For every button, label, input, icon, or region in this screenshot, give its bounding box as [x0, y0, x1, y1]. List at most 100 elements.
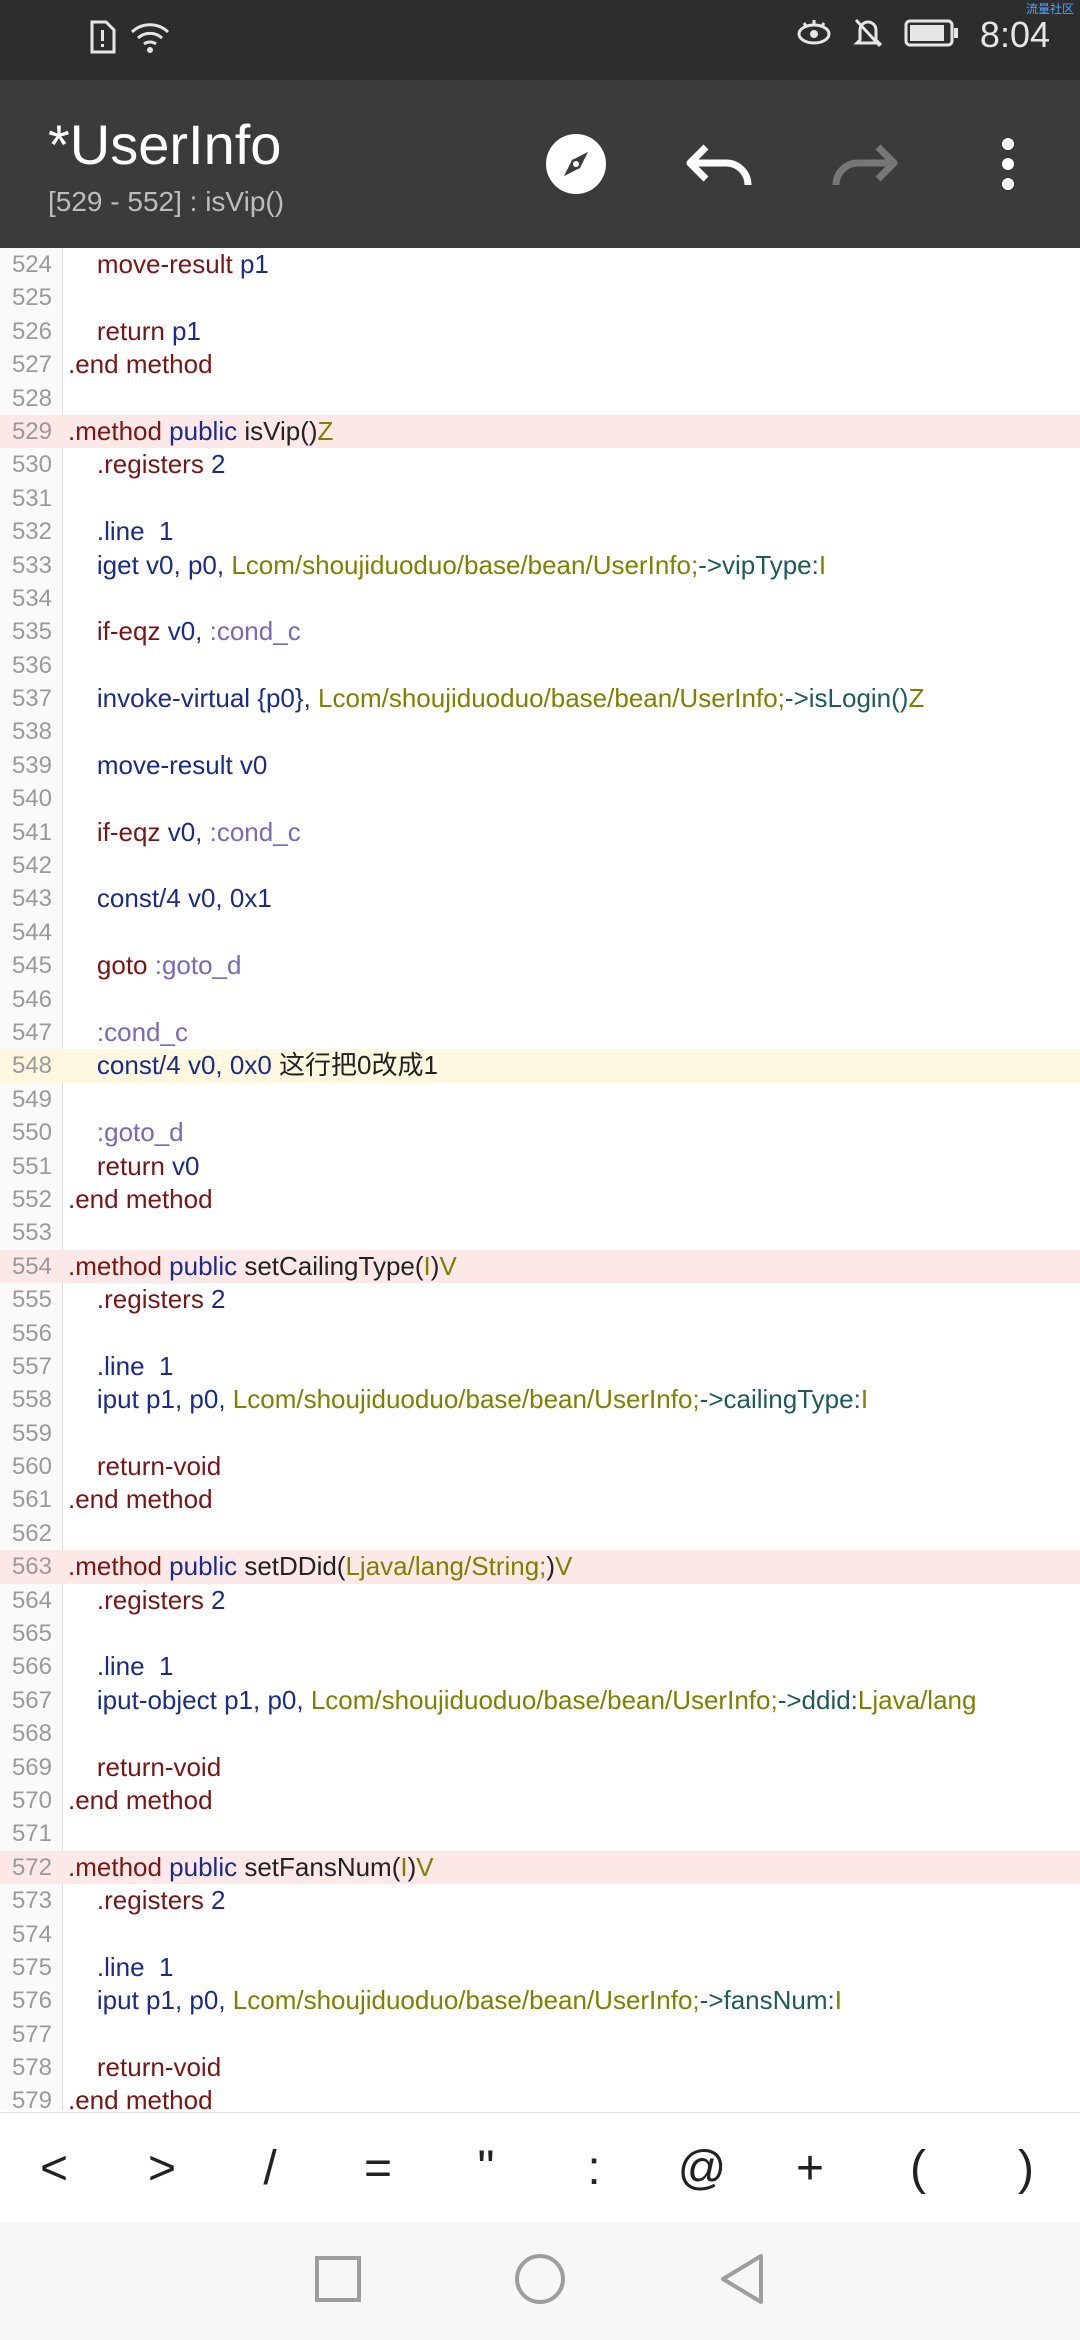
code-token: Lcom/shoujiduoduo/base/bean/UserInfo; — [232, 1384, 700, 1415]
code-text: iput-object p1, p0, Lcom/shoujiduoduo/ba… — [68, 1684, 977, 1717]
code-line[interactable]: 558 iput p1, p0, Lcom/shoujiduoduo/base/… — [0, 1383, 1080, 1416]
code-line[interactable]: 542 — [0, 849, 1080, 882]
code-line[interactable]: 530 .registers 2 — [0, 448, 1080, 481]
code-line[interactable]: 546 — [0, 983, 1080, 1016]
code-line[interactable]: 537 invoke-virtual {p0}, Lcom/shoujiduod… — [0, 682, 1080, 715]
code-line[interactable]: 561 .end method — [0, 1483, 1080, 1516]
code-token: .registers — [68, 1885, 212, 1916]
code-line[interactable]: 527 .end method — [0, 348, 1080, 381]
code-line[interactable]: 567 iput-object p1, p0, Lcom/shoujiduodu… — [0, 1684, 1080, 1717]
code-line[interactable]: 551 return v0 — [0, 1150, 1080, 1183]
code-line[interactable]: 538 — [0, 715, 1080, 748]
redo-icon[interactable] — [828, 128, 900, 200]
code-line[interactable]: 544 — [0, 916, 1080, 949]
code-line[interactable]: 552 .end method — [0, 1183, 1080, 1216]
line-number: 547 — [11, 1018, 52, 1046]
code-line[interactable]: 536 — [0, 649, 1080, 682]
code-line[interactable]: 563 .method public setDDid(Ljava/lang/Str… — [0, 1550, 1080, 1584]
code-token: .end method — [68, 2085, 213, 2110]
code-line[interactable]: 547 :cond_c — [0, 1016, 1080, 1049]
code-line[interactable]: 528 — [0, 382, 1080, 415]
code-line[interactable]: 574 — [0, 1918, 1080, 1951]
symbol-key[interactable]: = — [328, 2141, 428, 2196]
symbol-key[interactable]: / — [220, 2141, 320, 2196]
symbol-key[interactable]: " — [436, 2141, 536, 2196]
home-circle-icon[interactable] — [513, 2252, 567, 2310]
symbol-key[interactable]: : — [544, 2141, 644, 2196]
symbol-key[interactable]: > — [112, 2141, 212, 2196]
code-line[interactable]: 578 return-void — [0, 2051, 1080, 2084]
line-number: 538 — [11, 718, 52, 746]
code-line[interactable]: 532 .line 1 — [0, 515, 1080, 548]
code-token: const/4 v0, 0x0 — [68, 1050, 279, 1081]
code-line[interactable]: 526 return p1 — [0, 315, 1080, 348]
code-line[interactable]: 533 iget v0, p0, Lcom/shoujiduoduo/base/… — [0, 549, 1080, 582]
code-line[interactable]: 543 const/4 v0, 0x1 — [0, 882, 1080, 915]
compass-icon[interactable] — [540, 128, 612, 200]
code-token: ->ddid: — [777, 1684, 858, 1715]
code-token: invoke-virtual {p0}, — [68, 683, 319, 714]
code-token: iput p1, p0, — [68, 1384, 233, 1415]
app-bar: *UserInfo [529 - 552] : isVip() — [0, 80, 1080, 248]
code-text: if-eqz v0, :cond_c — [68, 816, 301, 849]
code-line[interactable]: 525 — [0, 281, 1080, 314]
symbol-key[interactable]: + — [760, 2141, 860, 2196]
code-line[interactable]: 560 return-void — [0, 1450, 1080, 1483]
code-line[interactable]: 572 .method public setFansNum(I)V — [0, 1850, 1080, 1885]
code-editor[interactable]: 524 move-result p1 525 526 return p1 527 .en… — [0, 248, 1080, 2110]
code-line[interactable]: 573 .registers 2 — [0, 1884, 1080, 1917]
code-line[interactable]: 524 move-result p1 — [0, 248, 1080, 281]
symbol-key[interactable]: ) — [976, 2141, 1076, 2196]
symbol-key[interactable]: @ — [652, 2141, 752, 2196]
code-line[interactable]: 570 .end method — [0, 1784, 1080, 1817]
code-line[interactable]: 549 — [0, 1083, 1080, 1116]
symbol-key[interactable]: ( — [868, 2141, 968, 2196]
code-line[interactable]: 562 — [0, 1517, 1080, 1550]
code-line[interactable]: 568 — [0, 1717, 1080, 1750]
code-text: .line 1 — [68, 1650, 174, 1683]
code-line[interactable]: 540 — [0, 782, 1080, 815]
code-text: .line 1 — [68, 515, 174, 548]
code-token: 2 — [211, 1284, 226, 1315]
code-line[interactable]: 548 const/4 v0, 0x0 这行把0改成1 — [0, 1049, 1080, 1083]
code-line[interactable]: 556 — [0, 1317, 1080, 1350]
more-vert-icon[interactable] — [972, 128, 1044, 200]
code-lines: 524 move-result p1 525 526 return p1 527 .en… — [0, 248, 1080, 2110]
code-line[interactable]: 571 — [0, 1817, 1080, 1850]
code-line[interactable]: 555 .registers 2 — [0, 1283, 1080, 1316]
code-line[interactable]: 553 — [0, 1216, 1080, 1249]
code-line[interactable]: 565 — [0, 1617, 1080, 1650]
code-token: I — [423, 1250, 431, 1281]
code-token: I — [400, 1851, 408, 1882]
code-line[interactable]: 579 .end method — [0, 2084, 1080, 2110]
symbol-key[interactable]: < — [4, 2141, 104, 2196]
code-token: public — [169, 1551, 245, 1582]
code-line[interactable]: 577 — [0, 2018, 1080, 2051]
code-token: 这行把0改成1 — [279, 1050, 438, 1081]
code-token: return-void — [68, 1751, 222, 1782]
code-line[interactable]: 559 — [0, 1417, 1080, 1450]
recents-square-icon[interactable] — [313, 2254, 363, 2308]
code-token: ->fansNum: — [699, 1985, 835, 2016]
undo-icon[interactable] — [684, 128, 756, 200]
line-number: 551 — [11, 1152, 52, 1180]
code-token: .end method — [68, 1484, 213, 1515]
line-number: 550 — [11, 1119, 52, 1147]
code-line[interactable]: 545 goto :goto_d — [0, 949, 1080, 982]
code-line[interactable]: 575 .line 1 — [0, 1951, 1080, 1984]
code-line[interactable]: 534 — [0, 582, 1080, 615]
code-line[interactable]: 531 — [0, 482, 1080, 515]
code-line[interactable]: 529 .method public isVip()Z — [0, 414, 1080, 449]
back-triangle-icon[interactable] — [717, 2252, 767, 2310]
code-line[interactable]: 554 .method public setCailingType(I)V — [0, 1249, 1080, 1284]
line-number: 566 — [11, 1653, 52, 1681]
code-line[interactable]: 541 if-eqz v0, :cond_c — [0, 816, 1080, 849]
code-line[interactable]: 566 .line 1 — [0, 1650, 1080, 1683]
code-line[interactable]: 557 .line 1 — [0, 1350, 1080, 1383]
code-line[interactable]: 539 move-result v0 — [0, 749, 1080, 782]
code-line[interactable]: 535 if-eqz v0, :cond_c — [0, 615, 1080, 648]
code-line[interactable]: 569 return-void — [0, 1751, 1080, 1784]
code-line[interactable]: 576 iput p1, p0, Lcom/shoujiduoduo/base/… — [0, 1984, 1080, 2017]
code-line[interactable]: 550 :goto_d — [0, 1116, 1080, 1149]
code-line[interactable]: 564 .registers 2 — [0, 1584, 1080, 1617]
